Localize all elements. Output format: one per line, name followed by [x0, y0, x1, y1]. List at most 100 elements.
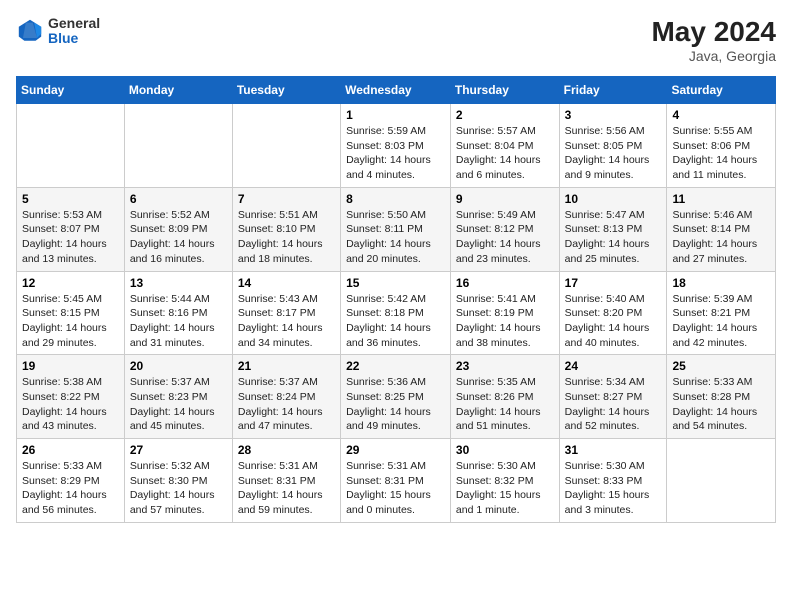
calendar-cell: 30 Sunrise: 5:30 AM Sunset: 8:32 PM Dayli… — [450, 439, 559, 523]
day-info: Sunrise: 5:32 AM Sunset: 8:30 PM Dayligh… — [130, 459, 227, 518]
day-number: 2 — [456, 108, 554, 122]
day-info: Sunrise: 5:59 AM Sunset: 8:03 PM Dayligh… — [346, 124, 445, 183]
day-info: Sunrise: 5:31 AM Sunset: 8:31 PM Dayligh… — [238, 459, 335, 518]
day-number: 6 — [130, 192, 227, 206]
day-number: 23 — [456, 359, 554, 373]
logo: General Blue — [16, 16, 100, 47]
day-info: Sunrise: 5:53 AM Sunset: 8:07 PM Dayligh… — [22, 208, 119, 267]
day-number: 28 — [238, 443, 335, 457]
calendar-cell: 19 Sunrise: 5:38 AM Sunset: 8:22 PM Dayli… — [17, 355, 125, 439]
day-number: 19 — [22, 359, 119, 373]
week-row-4: 19 Sunrise: 5:38 AM Sunset: 8:22 PM Dayli… — [17, 355, 776, 439]
day-info: Sunrise: 5:55 AM Sunset: 8:06 PM Dayligh… — [672, 124, 770, 183]
calendar-cell: 29 Sunrise: 5:31 AM Sunset: 8:31 PM Dayli… — [341, 439, 451, 523]
day-number: 26 — [22, 443, 119, 457]
calendar-cell: 12 Sunrise: 5:45 AM Sunset: 8:15 PM Dayli… — [17, 271, 125, 355]
calendar-cell: 27 Sunrise: 5:32 AM Sunset: 8:30 PM Dayli… — [124, 439, 232, 523]
day-info: Sunrise: 5:35 AM Sunset: 8:26 PM Dayligh… — [456, 375, 554, 434]
weekday-sunday: Sunday — [17, 77, 125, 104]
day-number: 13 — [130, 276, 227, 290]
day-info: Sunrise: 5:46 AM Sunset: 8:14 PM Dayligh… — [672, 208, 770, 267]
weekday-wednesday: Wednesday — [341, 77, 451, 104]
weekday-tuesday: Tuesday — [232, 77, 340, 104]
calendar-cell: 17 Sunrise: 5:40 AM Sunset: 8:20 PM Dayli… — [559, 271, 667, 355]
calendar-cell: 11 Sunrise: 5:46 AM Sunset: 8:14 PM Dayli… — [667, 187, 776, 271]
day-number: 14 — [238, 276, 335, 290]
day-info: Sunrise: 5:30 AM Sunset: 8:33 PM Dayligh… — [565, 459, 662, 518]
calendar-cell: 22 Sunrise: 5:36 AM Sunset: 8:25 PM Dayli… — [341, 355, 451, 439]
day-number: 9 — [456, 192, 554, 206]
calendar-cell: 4 Sunrise: 5:55 AM Sunset: 8:06 PM Daylig… — [667, 104, 776, 188]
calendar-cell: 15Sunrise: 5:42 AM Sunset: 8:18 PM Dayli… — [341, 271, 451, 355]
calendar-cell: 2 Sunrise: 5:57 AM Sunset: 8:04 PM Daylig… — [450, 104, 559, 188]
day-info: Sunrise: 5:36 AM Sunset: 8:25 PM Dayligh… — [346, 375, 445, 434]
calendar-cell: 26 Sunrise: 5:33 AM Sunset: 8:29 PM Dayli… — [17, 439, 125, 523]
day-info: Sunrise: 5:47 AM Sunset: 8:13 PM Dayligh… — [565, 208, 662, 267]
weekday-saturday: Saturday — [667, 77, 776, 104]
day-number: 20 — [130, 359, 227, 373]
day-info: Sunrise: 5:31 AM Sunset: 8:31 PM Dayligh… — [346, 459, 445, 518]
calendar-cell: 25 Sunrise: 5:33 AM Sunset: 8:28 PM Dayli… — [667, 355, 776, 439]
day-number: 25 — [672, 359, 770, 373]
day-number: 21 — [238, 359, 335, 373]
calendar-cell — [667, 439, 776, 523]
page-header: General Blue May 2024 Java, Georgia — [16, 16, 776, 64]
day-number: 11 — [672, 192, 770, 206]
day-number: 7 — [238, 192, 335, 206]
calendar-cell: 23 Sunrise: 5:35 AM Sunset: 8:26 PM Dayli… — [450, 355, 559, 439]
day-number: 30 — [456, 443, 554, 457]
day-number: 31 — [565, 443, 662, 457]
day-info: Sunrise: 5:34 AM Sunset: 8:27 PM Dayligh… — [565, 375, 662, 434]
calendar-cell: 24 Sunrise: 5:34 AM Sunset: 8:27 PM Dayli… — [559, 355, 667, 439]
calendar-cell: 10 Sunrise: 5:47 AM Sunset: 8:13 PM Dayli… — [559, 187, 667, 271]
day-number: 27 — [130, 443, 227, 457]
calendar-table: SundayMondayTuesdayWednesdayThursdayFrid… — [16, 76, 776, 523]
calendar-cell: 3Sunrise: 5:56 AM Sunset: 8:05 PM Daylig… — [559, 104, 667, 188]
day-info: Sunrise: 5:37 AM Sunset: 8:23 PM Dayligh… — [130, 375, 227, 434]
day-info: Sunrise: 5:39 AM Sunset: 8:21 PM Dayligh… — [672, 292, 770, 351]
day-number: 29 — [346, 443, 445, 457]
day-info: Sunrise: 5:33 AM Sunset: 8:28 PM Dayligh… — [672, 375, 770, 434]
calendar-cell: 31 Sunrise: 5:30 AM Sunset: 8:33 PM Dayli… — [559, 439, 667, 523]
weekday-friday: Friday — [559, 77, 667, 104]
calendar-cell: 8 Sunrise: 5:50 AM Sunset: 8:11 PM Daylig… — [341, 187, 451, 271]
day-info: Sunrise: 5:40 AM Sunset: 8:20 PM Dayligh… — [565, 292, 662, 351]
day-info: Sunrise: 5:37 AM Sunset: 8:24 PM Dayligh… — [238, 375, 335, 434]
weekday-monday: Monday — [124, 77, 232, 104]
calendar-cell: 9 Sunrise: 5:49 AM Sunset: 8:12 PM Daylig… — [450, 187, 559, 271]
calendar-cell: 14 Sunrise: 5:43 AM Sunset: 8:17 PM Dayli… — [232, 271, 340, 355]
logo-icon — [16, 17, 44, 45]
day-info: Sunrise: 5:30 AM Sunset: 8:32 PM Dayligh… — [456, 459, 554, 518]
day-info: Sunrise: 5:33 AM Sunset: 8:29 PM Dayligh… — [22, 459, 119, 518]
calendar-cell — [232, 104, 340, 188]
week-row-3: 12 Sunrise: 5:45 AM Sunset: 8:15 PM Dayli… — [17, 271, 776, 355]
title-area: May 2024 Java, Georgia — [651, 16, 776, 64]
day-number: 22 — [346, 359, 445, 373]
day-info: Sunrise: 5:57 AM Sunset: 8:04 PM Dayligh… — [456, 124, 554, 183]
week-row-1: 1 Sunrise: 5:59 AM Sunset: 8:03 PM Daylig… — [17, 104, 776, 188]
day-info: Sunrise: 5:45 AM Sunset: 8:15 PM Dayligh… — [22, 292, 119, 351]
day-info: Sunrise: 5:41 AM Sunset: 8:19 PM Dayligh… — [456, 292, 554, 351]
day-info: Sunrise: 5:38 AM Sunset: 8:22 PM Dayligh… — [22, 375, 119, 434]
calendar-cell: 7Sunrise: 5:51 AM Sunset: 8:10 PM Daylig… — [232, 187, 340, 271]
day-info: Sunrise: 5:52 AM Sunset: 8:09 PM Dayligh… — [130, 208, 227, 267]
logo-text: General Blue — [48, 16, 100, 47]
day-number: 8 — [346, 192, 445, 206]
location: Java, Georgia — [651, 48, 776, 64]
calendar-cell — [17, 104, 125, 188]
day-number: 10 — [565, 192, 662, 206]
week-row-2: 5Sunrise: 5:53 AM Sunset: 8:07 PM Daylig… — [17, 187, 776, 271]
calendar-cell — [124, 104, 232, 188]
day-info: Sunrise: 5:43 AM Sunset: 8:17 PM Dayligh… — [238, 292, 335, 351]
day-number: 24 — [565, 359, 662, 373]
calendar-cell: 16Sunrise: 5:41 AM Sunset: 8:19 PM Dayli… — [450, 271, 559, 355]
calendar-cell: 28 Sunrise: 5:31 AM Sunset: 8:31 PM Dayli… — [232, 439, 340, 523]
day-number: 3 — [565, 108, 662, 122]
day-info: Sunrise: 5:49 AM Sunset: 8:12 PM Dayligh… — [456, 208, 554, 267]
calendar-cell: 1 Sunrise: 5:59 AM Sunset: 8:03 PM Daylig… — [341, 104, 451, 188]
day-number: 1 — [346, 108, 445, 122]
day-number: 17 — [565, 276, 662, 290]
day-number: 12 — [22, 276, 119, 290]
day-info: Sunrise: 5:50 AM Sunset: 8:11 PM Dayligh… — [346, 208, 445, 267]
day-number: 4 — [672, 108, 770, 122]
